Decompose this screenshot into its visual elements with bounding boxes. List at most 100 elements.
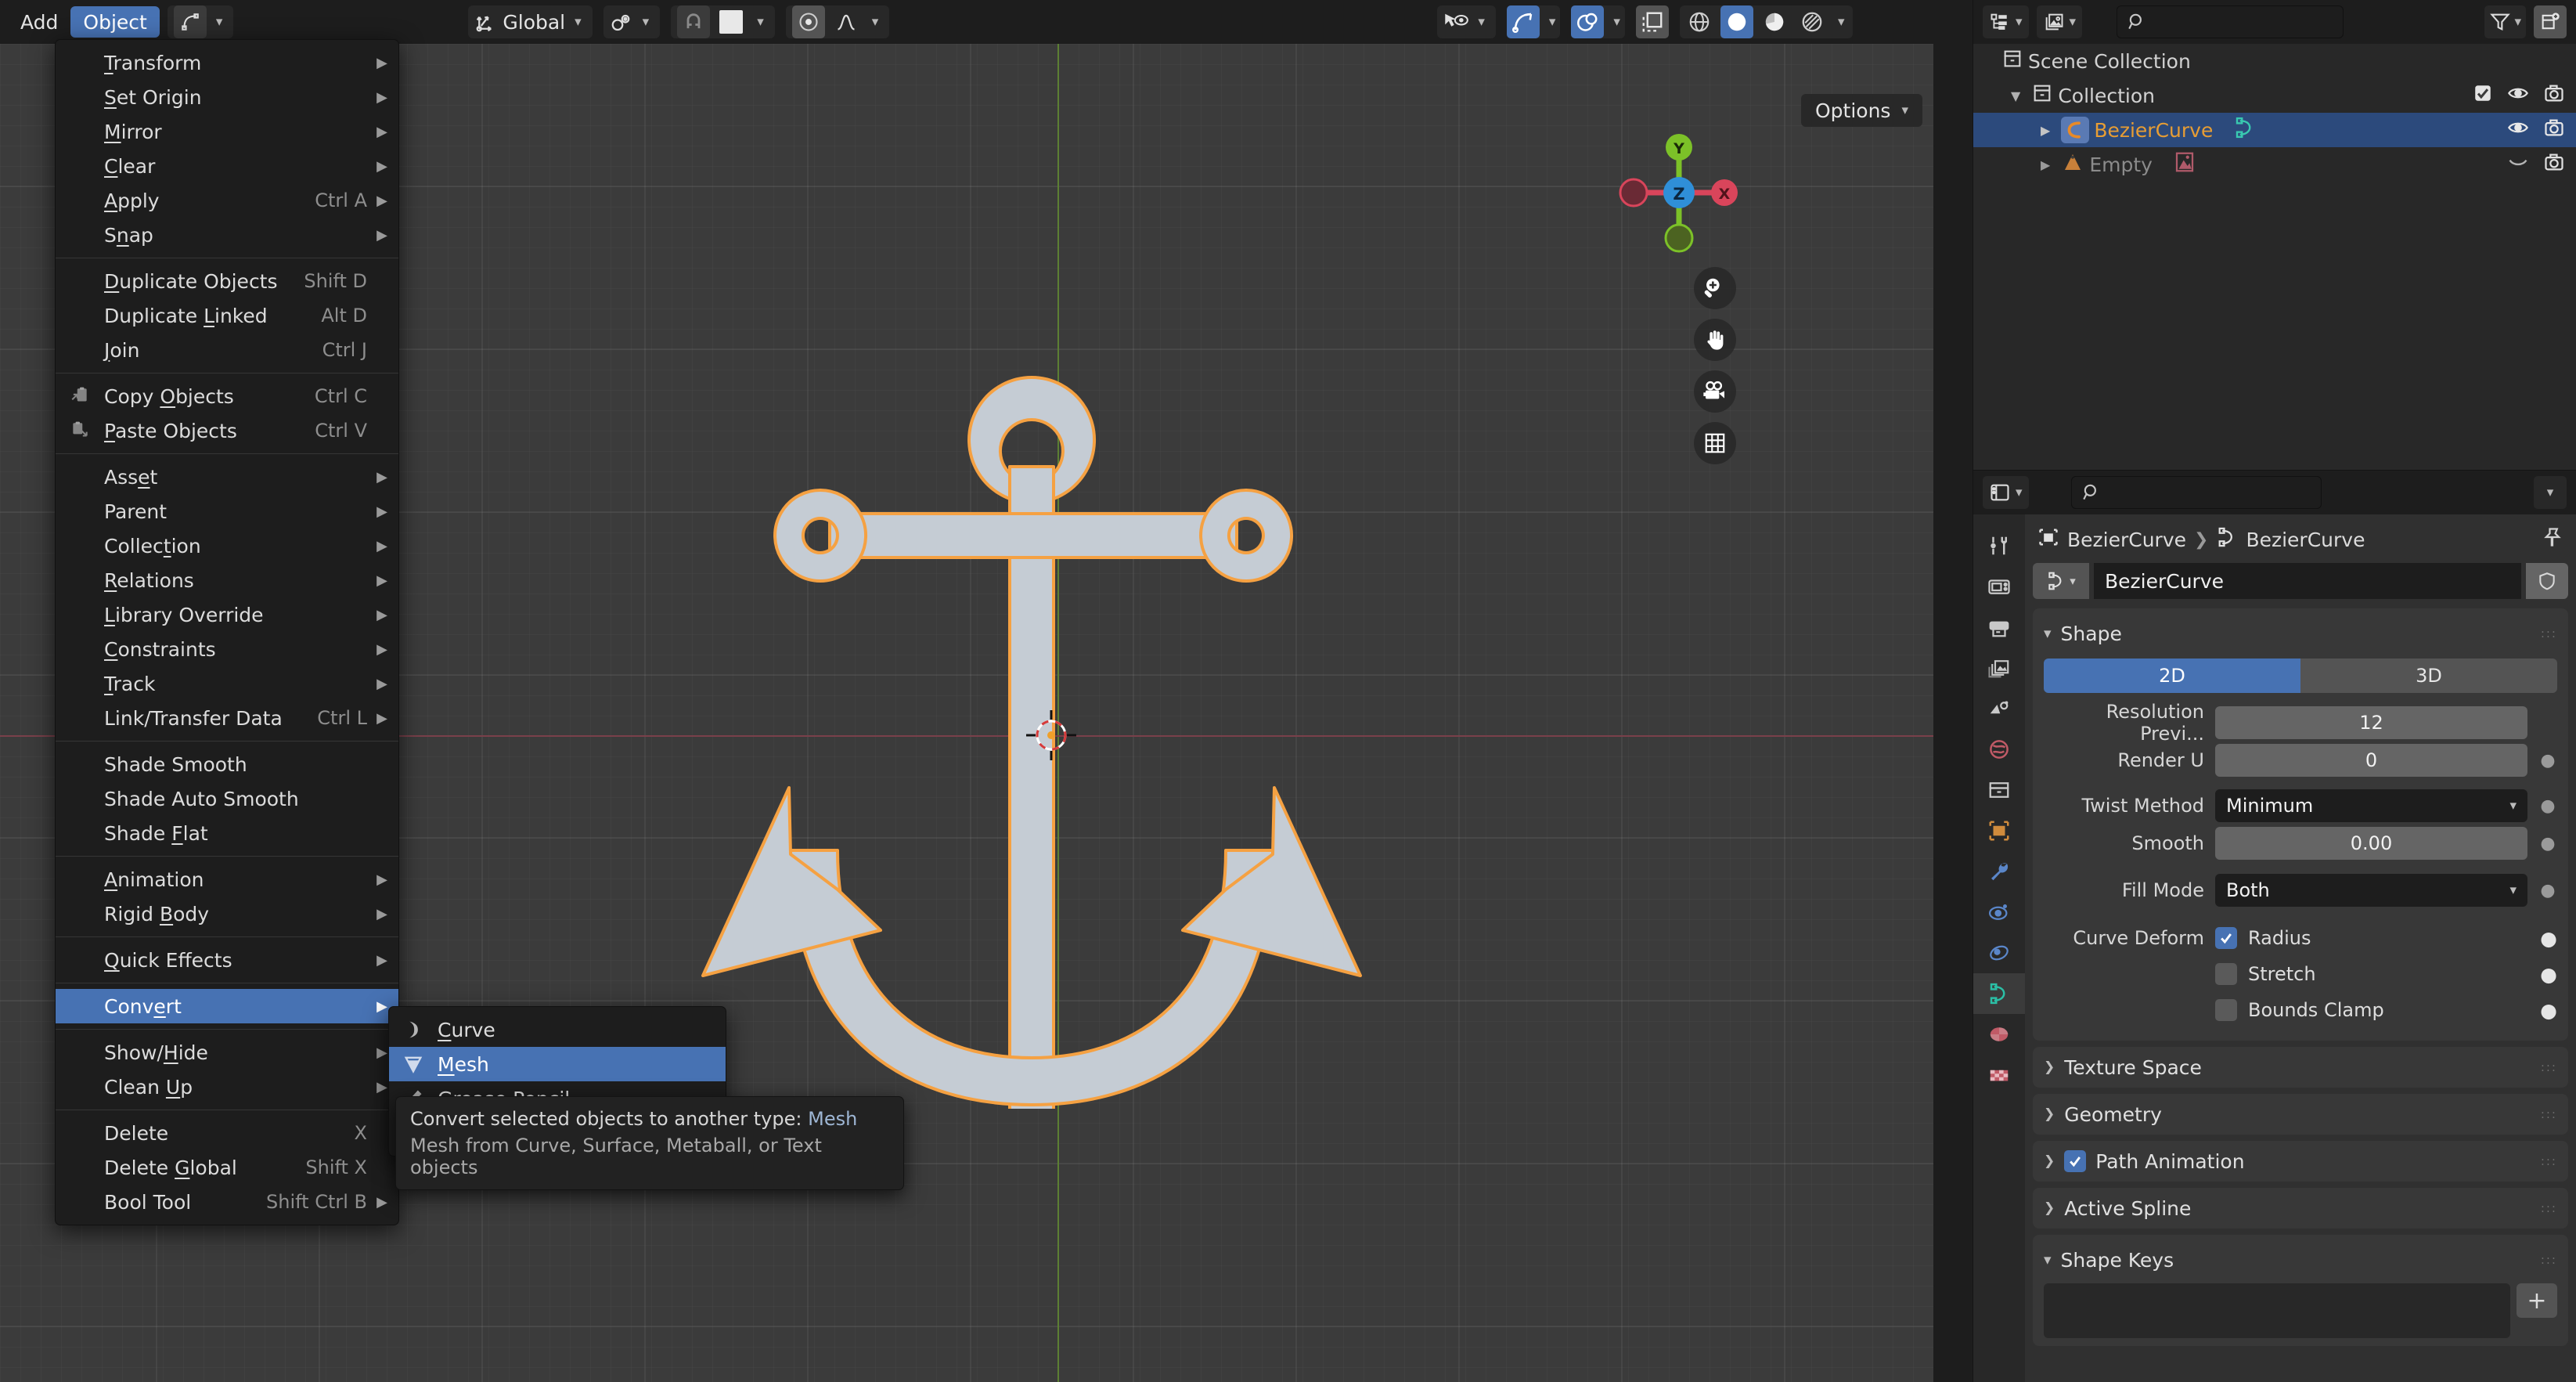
menu-item-rigid-body[interactable]: Rigid Body ▶: [56, 897, 398, 931]
falloff-curve-icon[interactable]: [830, 5, 863, 38]
smooth-value[interactable]: 0.00: [2215, 827, 2527, 860]
shading-mode-selector[interactable]: ▾: [1679, 5, 1853, 38]
rendered-shading-icon[interactable]: [1796, 5, 1828, 38]
wireframe-shading-icon[interactable]: [1683, 5, 1716, 38]
navigation-gizmo[interactable]: Y X Z: [1616, 130, 1742, 255]
show-overlays-icon[interactable]: [1571, 5, 1605, 38]
menu-item-set-origin[interactable]: Set Origin ▶: [56, 80, 398, 114]
convert-menu-item-curve[interactable]: Curve: [389, 1012, 726, 1047]
viewport-options-button[interactable]: Options ▾: [1800, 94, 1922, 127]
menu-item-copy-objects[interactable]: Copy Objects Ctrl C: [56, 379, 398, 413]
camera-render-icon[interactable]: [2543, 151, 2565, 178]
zoom-viewport-button[interactable]: [1694, 267, 1736, 309]
dimension-2d-button[interactable]: 2D: [2044, 659, 2300, 693]
curve-deform-stretch-row[interactable]: Stretch ●: [2044, 956, 2557, 992]
tab-output[interactable]: [1973, 607, 2025, 648]
fill-mode-dropdown[interactable]: Both ▾: [2215, 874, 2527, 907]
outliner-display-mode-button[interactable]: ▾: [1983, 5, 2029, 38]
new-collection-button[interactable]: [2534, 5, 2567, 38]
animate-dot-icon[interactable]: ●: [2540, 963, 2557, 986]
menu-item-apply[interactable]: Apply Ctrl A ▶: [56, 183, 398, 218]
menu-item-library-override[interactable]: Library Override ▶: [56, 597, 398, 632]
proportional-editing-controls[interactable]: ▾: [785, 5, 890, 38]
pivot-point-selector[interactable]: ▾: [603, 5, 661, 38]
menu-item-delete-global[interactable]: Delete Global Shift X: [56, 1150, 398, 1185]
tab-particles[interactable]: [1973, 892, 2025, 933]
animate-dot-icon[interactable]: ●: [2540, 927, 2557, 950]
menu-item-clear[interactable]: Clear ▶: [56, 149, 398, 183]
menu-item-show-hide[interactable]: Show/Hide ▶: [56, 1035, 398, 1070]
animate-dot-icon[interactable]: ●: [2538, 796, 2557, 816]
animate-dot-icon[interactable]: ●: [2538, 834, 2557, 853]
radius-checkbox[interactable]: [2215, 927, 2237, 949]
menu-item-link-transfer-data[interactable]: Link/Transfer Data Ctrl L ▶: [56, 701, 398, 735]
transform-orientation-selector[interactable]: Global ▾: [468, 5, 593, 38]
chevron-down-icon[interactable]: ▾: [1609, 14, 1625, 30]
outliner-search-input[interactable]: [2117, 5, 2344, 38]
eye-icon[interactable]: [2507, 82, 2529, 109]
browse-curve-data-button[interactable]: ▾: [2033, 563, 2089, 599]
tab-material[interactable]: [1973, 1014, 2025, 1055]
chevron-down-icon[interactable]: ▾: [1833, 14, 1850, 30]
animate-dot-icon[interactable]: ●: [2538, 751, 2557, 770]
menu-item-asset[interactable]: Asset ▶: [56, 460, 398, 494]
chevron-down-icon[interactable]: ▾: [752, 14, 769, 30]
menu-item-duplicate-linked[interactable]: Duplicate Linked Alt D: [56, 298, 398, 333]
tab-object[interactable]: [1973, 810, 2025, 851]
menu-item-join[interactable]: Join Ctrl J: [56, 333, 398, 367]
gizmo-controls[interactable]: ▾: [1506, 5, 1561, 38]
tab-scene[interactable]: [1973, 688, 2025, 729]
chevron-down-icon[interactable]: ▾: [867, 14, 884, 30]
menu-item-relations[interactable]: Relations ▶: [56, 563, 398, 597]
outliner-row-collection[interactable]: ▼ Collection: [1973, 78, 2576, 113]
resolution-preview-value[interactable]: 12: [2215, 706, 2527, 739]
twist-method-dropdown[interactable]: Minimum ▾: [2215, 789, 2527, 822]
fill-mode-row[interactable]: Fill Mode Both ▾ ●: [2044, 871, 2557, 909]
snapping-controls[interactable]: ▾: [671, 5, 775, 38]
menu-item-convert[interactable]: Convert ▶: [56, 989, 398, 1023]
snap-target-swatch[interactable]: [715, 5, 748, 38]
expander-right-icon[interactable]: ▶: [2041, 157, 2050, 172]
curve-deform-radius-row[interactable]: Curve Deform Radius ●: [2044, 920, 2557, 956]
breadcrumb-data-name[interactable]: BezierCurve: [2246, 529, 2365, 551]
path-animation-section[interactable]: ❯ Path Animation :::: [2033, 1141, 2568, 1182]
pan-viewport-button[interactable]: [1694, 319, 1736, 361]
animate-dot-icon[interactable]: ●: [2540, 999, 2557, 1022]
breadcrumb-object-name[interactable]: BezierCurve: [2067, 529, 2186, 551]
active-spline-section[interactable]: ❯ Active Spline :::: [2033, 1188, 2568, 1229]
menu-object[interactable]: Object: [70, 6, 160, 38]
menu-item-transform[interactable]: Transform ▶: [56, 45, 398, 80]
menu-item-delete[interactable]: Delete X: [56, 1116, 398, 1150]
tab-object-data[interactable]: [1973, 973, 2025, 1014]
outliner-filter-collection-button[interactable]: ▾: [2036, 5, 2083, 38]
tab-world[interactable]: [1973, 729, 2025, 770]
animate-dot-icon[interactable]: ●: [2538, 881, 2557, 900]
properties-editor-type-button[interactable]: ▾: [1983, 476, 2029, 509]
bounds-clamp-checkbox[interactable]: [2215, 999, 2237, 1021]
eye-icon[interactable]: [2507, 117, 2529, 143]
twist-method-row[interactable]: Twist Method Minimum ▾ ●: [2044, 787, 2557, 825]
smooth-row[interactable]: Smooth 0.00 ●: [2044, 825, 2557, 862]
render-u-row[interactable]: Render U 0 ●: [2044, 742, 2557, 779]
proportional-edit-icon[interactable]: [791, 5, 825, 38]
shape-panel-header[interactable]: ▾ Shape :::: [2044, 616, 2557, 651]
outliner-filter-button[interactable]: ▾: [2484, 5, 2526, 38]
tab-tool[interactable]: [1973, 525, 2025, 566]
menu-item-shade-auto-smooth[interactable]: Shade Auto Smooth: [56, 781, 398, 816]
tab-view-layer[interactable]: [1973, 648, 2025, 688]
chevron-down-icon[interactable]: ▾: [570, 14, 586, 30]
outliner-row-scene-collection[interactable]: Scene Collection: [1973, 44, 2576, 78]
menu-item-shade-smooth[interactable]: Shade Smooth: [56, 747, 398, 781]
chevron-down-icon[interactable]: ▾: [638, 14, 654, 30]
eye-closed-icon[interactable]: [2507, 151, 2529, 178]
solid-shading-icon[interactable]: [1720, 5, 1753, 38]
path-animation-checkbox[interactable]: [2064, 1150, 2087, 1172]
menu-item-shade-flat[interactable]: Shade Flat: [56, 816, 398, 850]
shape-keys-listbox[interactable]: [2044, 1283, 2510, 1338]
camera-view-button[interactable]: [1694, 370, 1736, 413]
tab-collection[interactable]: [1973, 770, 2025, 810]
chevron-down-icon[interactable]: ▾: [1473, 14, 1490, 30]
shape-keys-header[interactable]: ▾ Shape Keys :::: [2044, 1243, 2557, 1277]
texture-space-section[interactable]: ❯ Texture Space :::: [2033, 1047, 2568, 1088]
resolution-preview-row[interactable]: Resolution Previ... 12 ●: [2044, 701, 2557, 745]
